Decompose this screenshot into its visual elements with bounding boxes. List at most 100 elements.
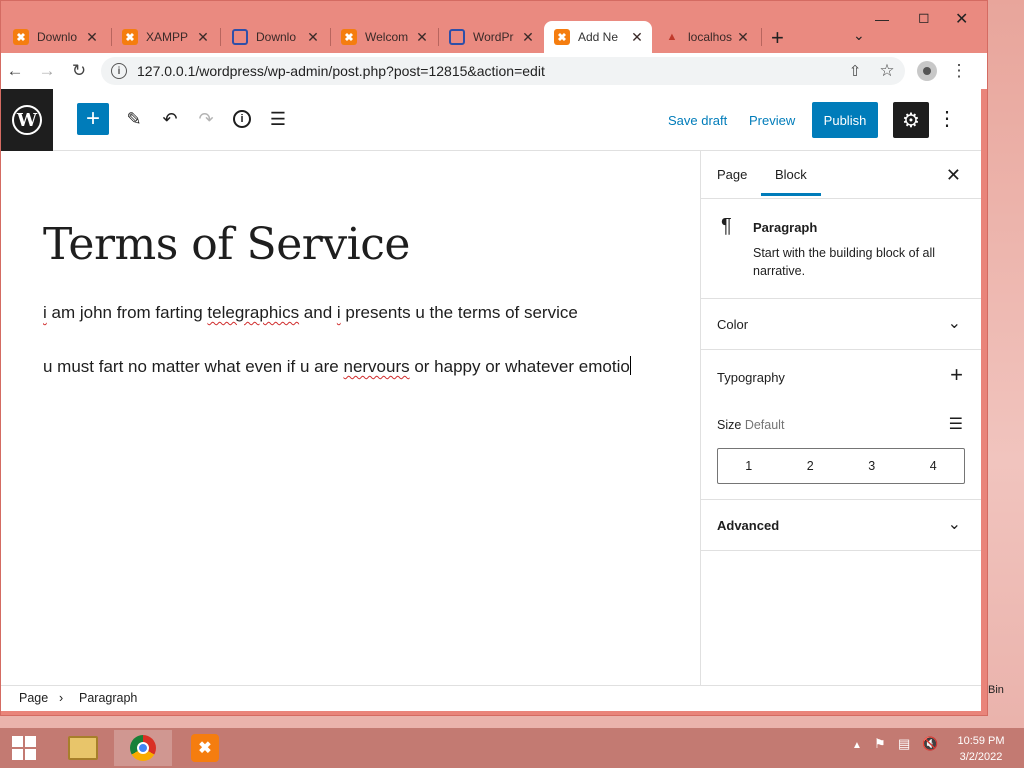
maximize-icon[interactable]: ◻: [918, 9, 930, 26]
paragraph-text: or happy or whatever emotio: [409, 357, 630, 376]
close-tab-icon[interactable]: ✕: [196, 29, 210, 46]
close-tab-icon[interactable]: ✕: [630, 29, 644, 46]
system-clock[interactable]: 10:59 PM 3/2/2022: [950, 733, 1012, 765]
tab-title: Welcom: [365, 30, 409, 44]
reload-icon[interactable]: ↻: [67, 59, 91, 83]
xampp-icon: ✖: [341, 29, 357, 45]
back-arrow-icon[interactable]: ←: [3, 59, 27, 83]
panel-title: Advanced: [717, 518, 780, 533]
panel-title: Color: [717, 317, 749, 332]
tab-title: localhos: [688, 30, 733, 44]
typography-options-plus-icon[interactable]: +: [950, 362, 963, 388]
network-icon[interactable]: ▤: [898, 736, 910, 752]
tab-block[interactable]: Block: [761, 167, 821, 196]
browser-tab[interactable]: ✖ XAMPP ✕: [112, 21, 218, 53]
publish-button[interactable]: Publish: [812, 102, 878, 138]
editor-canvas[interactable]: Terms of Service i am john from farting …: [1, 151, 700, 685]
options-more-icon[interactable]: ⋮: [937, 106, 957, 131]
close-window-icon[interactable]: ✕: [955, 9, 968, 29]
size-default-value: Default: [744, 418, 785, 432]
misspelled-word[interactable]: nervours: [343, 357, 409, 376]
redo-icon[interactable]: ↷: [193, 106, 219, 132]
size-label: Size: [717, 418, 742, 432]
paragraph-text: presents u the terms of service: [340, 303, 578, 322]
font-size-option[interactable]: 2: [780, 449, 842, 483]
chevron-right-icon: ›: [59, 691, 64, 705]
settings-gear-icon[interactable]: ⚙: [893, 102, 929, 138]
site-info-icon[interactable]: i: [111, 63, 127, 79]
browser-tab[interactable]: Downlo ✕: [222, 21, 328, 53]
address-bar[interactable]: i 127.0.0.1/wordpress/wp-admin/post.php?…: [101, 57, 905, 85]
wordpress-logo-button[interactable]: W: [1, 89, 53, 151]
advanced-panel-toggle[interactable]: Advanced ⌄: [701, 500, 981, 551]
chevron-down-icon[interactable]: ⌄: [948, 313, 961, 333]
tab-search-chevron-icon[interactable]: ⌄: [853, 27, 865, 44]
undo-icon[interactable]: ↶: [157, 106, 183, 132]
paragraph-block[interactable]: i am john from farting telegraphics and …: [43, 299, 643, 327]
block-inserter-plus-icon[interactable]: +: [77, 103, 109, 135]
details-info-icon[interactable]: i: [229, 106, 255, 132]
paragraph-text: am john from farting: [46, 303, 208, 322]
wordpress-logo-icon: W: [12, 105, 42, 135]
misspelled-word[interactable]: telegraphics: [207, 303, 299, 322]
panel-title: Typography: [717, 370, 785, 385]
share-icon[interactable]: ⇧: [843, 59, 867, 83]
windows-taskbar: ✖ ▲ ⚑ ▤ 🔇 10:59 PM 3/2/2022: [0, 728, 1024, 768]
wp-block-editor: W + ✎ ↶ ↷ i ☰ Save draft Preview Publish…: [1, 89, 981, 711]
chrome-taskbar-button[interactable]: [114, 730, 172, 766]
phpmyadmin-icon: ▲: [666, 31, 678, 43]
breadcrumb-root[interactable]: Page: [19, 691, 48, 705]
font-size-option[interactable]: 4: [903, 449, 965, 483]
paragraph-block-active[interactable]: u must fart no matter what even if u are…: [43, 353, 633, 381]
tab-title: WordPr: [473, 30, 514, 44]
action-center-flag-icon[interactable]: ⚑: [874, 736, 886, 752]
clock-date: 3/2/2022: [959, 751, 1003, 763]
recycle-bin-label[interactable]: Bin: [988, 684, 1004, 696]
font-size-option[interactable]: 1: [718, 449, 780, 483]
chrome-icon: [130, 735, 156, 761]
post-title[interactable]: Terms of Service: [43, 219, 410, 270]
browser-tab[interactable]: ▲ localhos ✕: [654, 21, 758, 53]
file-explorer-taskbar-button[interactable]: [54, 730, 112, 766]
save-draft-button[interactable]: Save draft: [668, 113, 727, 128]
block-description: Start with the building block of all nar…: [753, 246, 936, 278]
minimize-icon[interactable]: —: [875, 11, 889, 27]
font-size-option[interactable]: 3: [841, 449, 903, 483]
close-sidebar-icon[interactable]: ✕: [946, 165, 961, 186]
tools-pencil-icon[interactable]: ✎: [121, 106, 147, 132]
browser-tab[interactable]: ✖ Welcom ✕: [331, 21, 437, 53]
tray-chevron-up-icon[interactable]: ▲: [852, 740, 862, 751]
preview-button[interactable]: Preview: [749, 113, 795, 128]
settings-sidebar: Page Block ✕ ¶ Paragraph Start with the …: [700, 151, 981, 685]
browser-tab[interactable]: WordPr ✕: [439, 21, 543, 53]
browser-menu-icon[interactable]: ⋮: [947, 59, 971, 83]
close-tab-icon[interactable]: ✕: [736, 29, 750, 46]
browser-tab-active[interactable]: ✖ Add Ne ✕: [544, 21, 652, 53]
forward-arrow-icon[interactable]: →: [35, 59, 59, 83]
tab-page[interactable]: Page: [717, 167, 747, 182]
new-tab-button[interactable]: +: [771, 25, 784, 51]
close-tab-icon[interactable]: ✕: [306, 29, 320, 46]
volume-muted-icon[interactable]: 🔇: [922, 736, 938, 752]
editor-header: W + ✎ ↶ ↷ i ☰ Save draft Preview Publish…: [1, 89, 981, 151]
start-button[interactable]: [0, 730, 48, 766]
close-tab-icon[interactable]: ✕: [85, 29, 99, 46]
browser-tab[interactable]: ✖ Downlo ✕: [3, 21, 107, 53]
xampp-taskbar-button[interactable]: ✖: [176, 730, 234, 766]
profile-avatar-icon[interactable]: [915, 59, 939, 83]
block-card: ¶ Paragraph Start with the building bloc…: [701, 199, 981, 299]
url-text[interactable]: 127.0.0.1/wordpress/wp-admin/post.php?po…: [137, 63, 545, 79]
tab-strip: ✖ Downlo ✕ ✖ XAMPP ✕ Downlo ✕ ✖ Welcom ✕…: [1, 1, 987, 53]
chevron-down-icon[interactable]: ⌄: [948, 514, 961, 534]
bookmark-star-icon[interactable]: ☆: [875, 59, 899, 83]
close-tab-icon[interactable]: ✕: [415, 29, 429, 46]
browser-toolbar: ← → ↻ i 127.0.0.1/wordpress/wp-admin/pos…: [1, 53, 987, 89]
color-panel-toggle[interactable]: Color ⌄: [701, 299, 981, 350]
tab-title: Add Ne: [578, 30, 619, 44]
paragraph-text: and: [299, 303, 337, 322]
close-tab-icon[interactable]: ✕: [521, 29, 535, 46]
custom-size-sliders-icon[interactable]: ☰: [949, 414, 963, 434]
breadcrumb-current[interactable]: Paragraph: [79, 691, 137, 705]
list-view-icon[interactable]: ☰: [265, 106, 291, 132]
tab-title: Downlo: [256, 30, 297, 44]
